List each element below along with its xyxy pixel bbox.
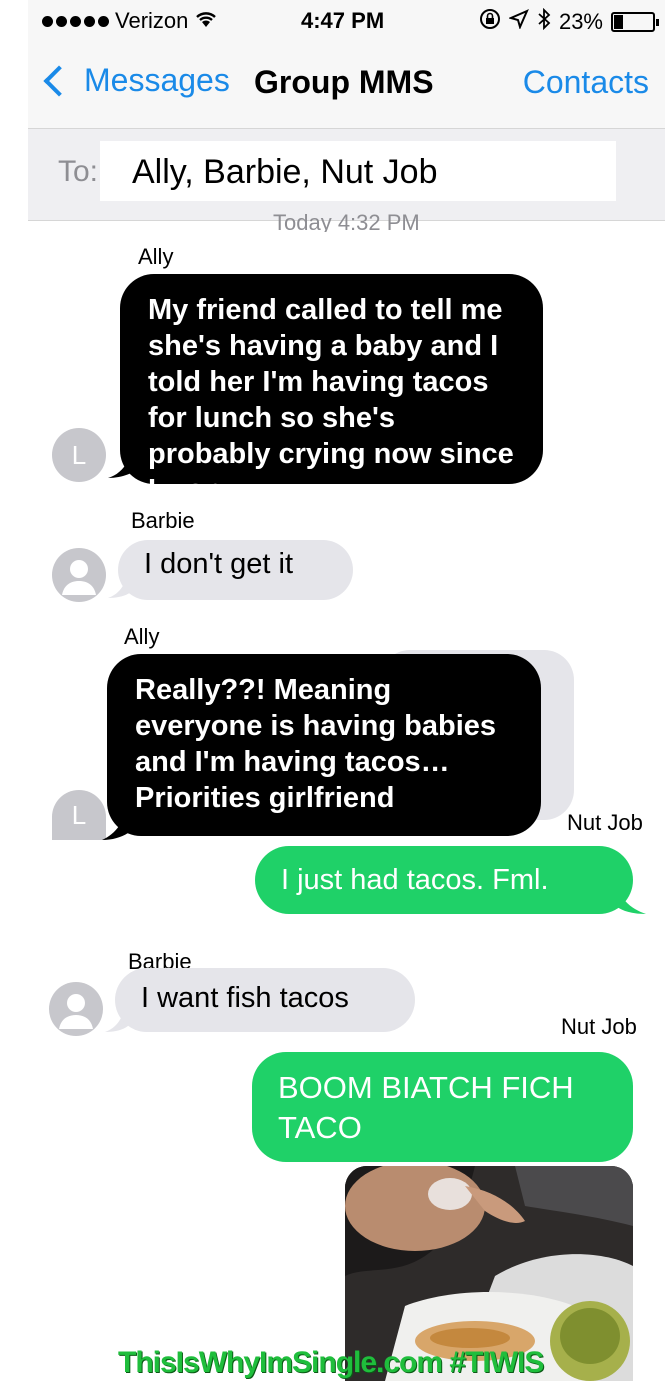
message-text: BOOM BIATCH FICH TACO	[278, 1070, 574, 1145]
carrier-name: Verizon	[115, 8, 189, 33]
avatar-placeholder-icon	[52, 548, 106, 602]
message-bubble[interactable]: BOOM BIATCH FICH TACO	[252, 1052, 633, 1162]
battery-icon	[611, 12, 659, 32]
message-bubble[interactable]: My friend called to tell me she's having…	[120, 274, 543, 506]
status-bar: Verizon 4:47 PM 23%	[28, 0, 665, 40]
rotation-lock-icon	[479, 8, 501, 36]
conversation-timestamp: Today 4:32 PM	[273, 210, 420, 232]
watermark-text: ThisIsWhyImSingle.com #TIWIS	[118, 1346, 544, 1379]
message-bubble[interactable]: I just had tacos. Fml.	[255, 846, 633, 914]
message-text: I don't get it	[144, 548, 294, 580]
message-bubble[interactable]: I don't get it	[118, 540, 353, 600]
message-bubble[interactable]: Really??! Meaning everyone is having bab…	[107, 654, 541, 836]
chevron-left-icon	[43, 64, 75, 97]
message-text: My friend called to tell me she's having…	[148, 294, 514, 506]
battery-level	[614, 15, 623, 29]
to-label: To:	[58, 155, 99, 188]
conversation-title: Group MMS	[254, 64, 434, 100]
sender-name: Ally	[138, 244, 174, 269]
sender-name: Barbie	[131, 508, 195, 533]
message-text: I want fish tacos	[141, 982, 349, 1014]
sender-name: Nut Job	[567, 810, 643, 835]
message-text: Really??! Meaning everyone is having bab…	[135, 674, 497, 814]
status-time: 4:47 PM	[301, 8, 385, 33]
bluetooth-icon	[537, 7, 551, 36]
location-icon	[508, 9, 529, 35]
wifi-icon	[194, 8, 218, 34]
recipients-bar: To: Ally, Barbie, Nut Job	[28, 128, 665, 221]
recipients-field[interactable]: Ally, Barbie, Nut Job	[100, 141, 616, 201]
avatar: L	[52, 428, 106, 482]
carrier-group: Verizon	[42, 8, 218, 34]
status-right: 23%	[479, 7, 659, 36]
contacts-button[interactable]: Contacts	[523, 64, 649, 101]
sender-name: Ally	[124, 624, 160, 649]
message-bubble[interactable]: I want fish tacos	[115, 968, 415, 1032]
signal-icon	[42, 15, 109, 27]
message-text: I just had tacos. Fml.	[281, 864, 549, 896]
recipients-value: Ally, Barbie, Nut Job	[132, 153, 438, 191]
top-bar: Verizon 4:47 PM 23% Messages Group MMS C…	[28, 0, 665, 128]
nav-bar: Messages Group MMS Contacts	[28, 50, 665, 120]
back-button[interactable]: Messages	[40, 62, 230, 99]
battery-percent: 23%	[558, 9, 603, 34]
sender-name: Nut Job	[561, 1014, 637, 1039]
avatar-placeholder-icon	[49, 982, 103, 1036]
back-label: Messages	[84, 62, 230, 98]
left-margin	[0, 0, 28, 1381]
